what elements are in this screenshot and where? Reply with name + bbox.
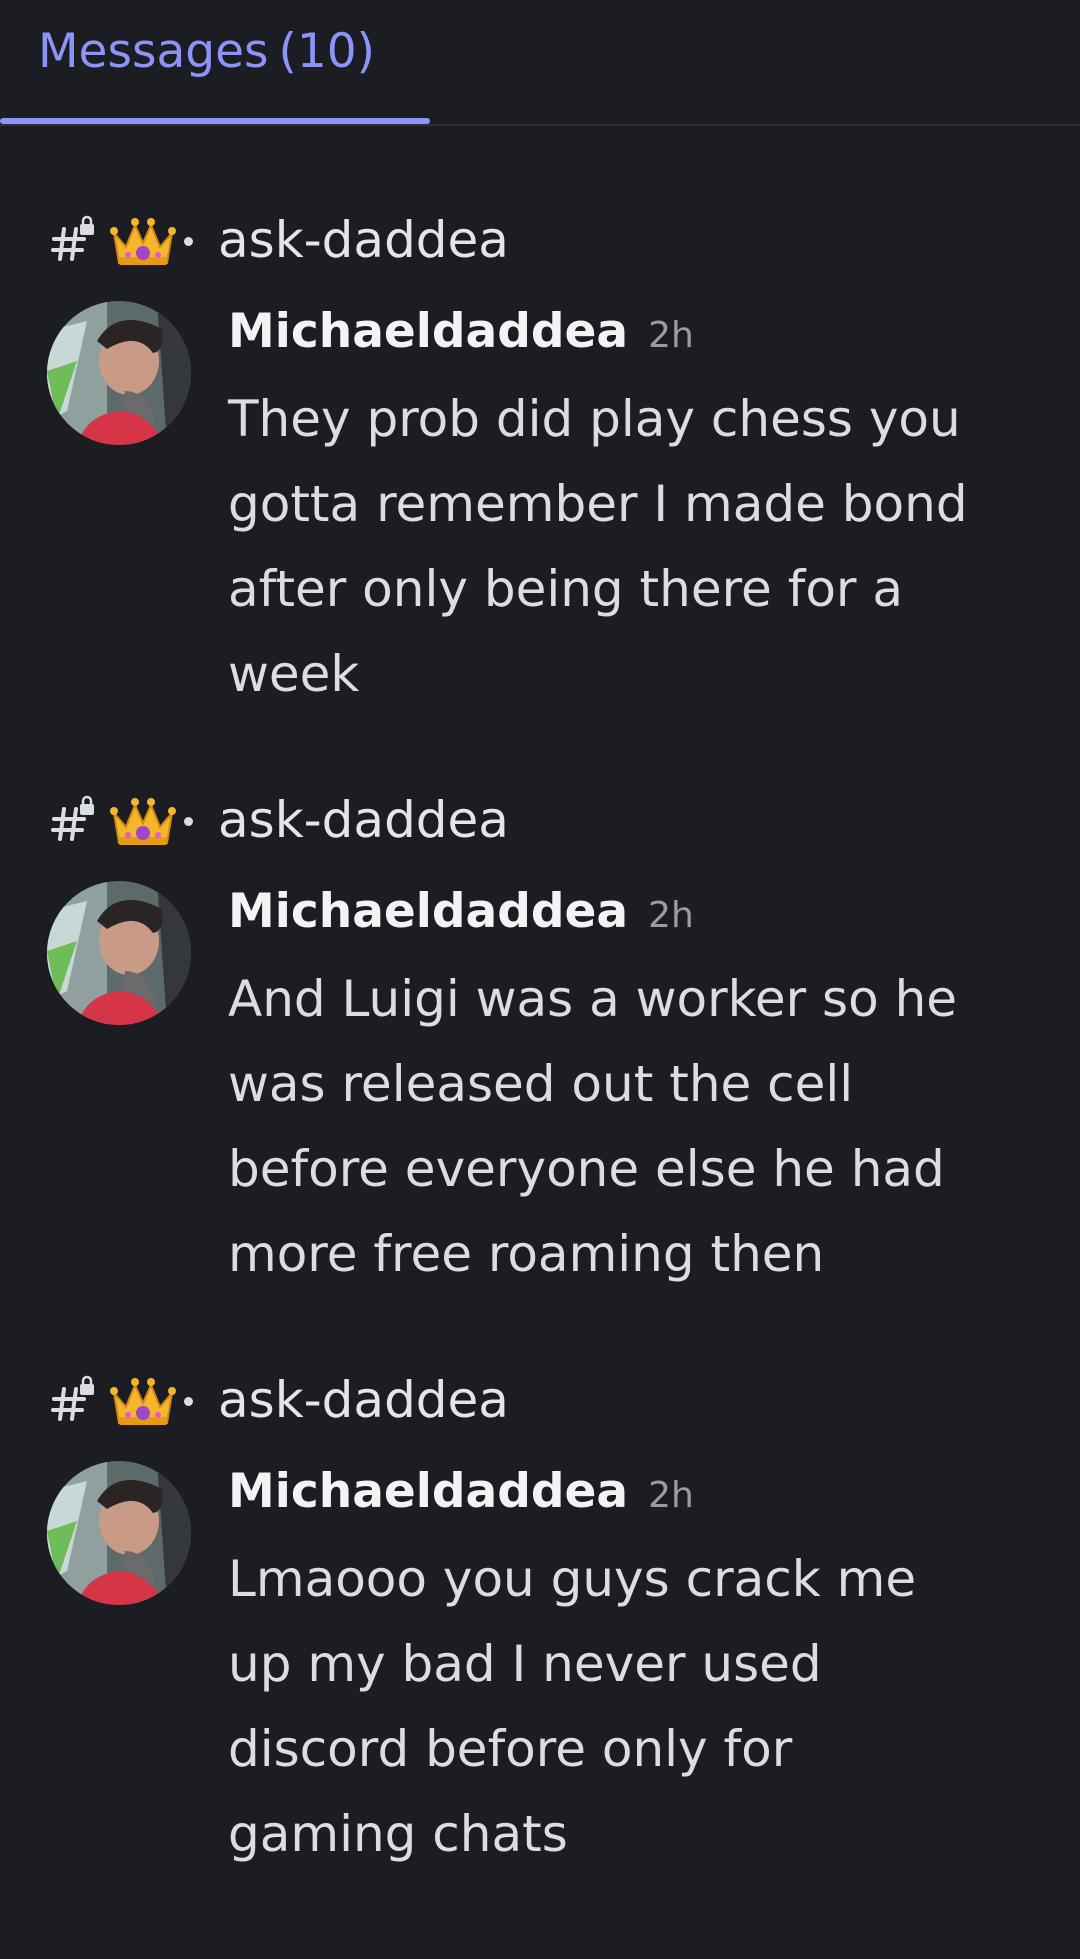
author-name[interactable]: Michaeldaddea: [228, 1464, 628, 1519]
message-header: Michaeldaddea 2h: [228, 1457, 694, 1527]
message-line: discord before only for: [228, 1720, 793, 1778]
separator-dot-icon: [184, 817, 193, 826]
hashtag-lock-icon: [51, 795, 94, 841]
message-line: week: [228, 645, 360, 703]
search-result[interactable]: ask-daddea Michaeldaddea 2h And Luigi was…: [0, 785, 1080, 1365]
timestamp: 2h: [648, 895, 694, 936]
separator-dot-icon: [184, 237, 193, 246]
avatar[interactable]: [47, 881, 191, 1025]
avatar[interactable]: [47, 301, 191, 445]
channel-name: ask-daddea: [218, 211, 509, 269]
avatar[interactable]: [47, 1461, 191, 1605]
channel-link[interactable]: ask-daddea: [50, 785, 950, 855]
timestamp: 2h: [648, 1475, 694, 1516]
channel-name: ask-daddea: [218, 791, 509, 849]
tab-messages-label: Messages (10): [38, 20, 375, 84]
hashtag-lock-icon: [51, 215, 94, 261]
channel-link[interactable]: ask-daddea: [50, 1365, 950, 1435]
message-line: more free roaming then: [228, 1225, 825, 1283]
channel-link[interactable]: ask-daddea: [50, 205, 950, 275]
message-content: And Luigi was a worker so he was release…: [228, 957, 1028, 1297]
search-result[interactable]: ask-daddea Michaeldaddea 2h Lmaooo you gu…: [0, 1365, 1080, 1945]
separator-dot-icon: [184, 1397, 193, 1406]
message-header: Michaeldaddea 2h: [228, 297, 694, 367]
tab-title: Messages: [38, 24, 269, 79]
author-name[interactable]: Michaeldaddea: [228, 884, 628, 939]
hashtag-lock-icon: [51, 1375, 94, 1421]
channel-name: ask-daddea: [218, 1371, 509, 1429]
tab-messages[interactable]: Messages (10): [0, 0, 430, 126]
message-line: before everyone else he had: [228, 1140, 945, 1198]
crown-icon: [110, 218, 176, 265]
message-content: Lmaooo you guys crack me up my bad I nev…: [228, 1537, 1028, 1877]
message-line: Lmaooo you guys crack me: [228, 1550, 917, 1608]
crown-icon: [110, 798, 176, 845]
author-name[interactable]: Michaeldaddea: [228, 304, 628, 359]
message-line: up my bad I never used: [228, 1635, 822, 1693]
message-header: Michaeldaddea 2h: [228, 877, 694, 947]
search-result[interactable]: ask-daddea Michaeldaddea 2h They prob did…: [0, 205, 1080, 785]
tab-count: (10): [278, 24, 375, 79]
message-content: They prob did play chess you gotta remem…: [228, 377, 1028, 717]
tab-bar: Messages (10): [0, 0, 1080, 126]
message-line: gaming chats: [228, 1805, 568, 1863]
message-line: And Luigi was a worker so he: [228, 970, 958, 1028]
message-line: They prob did play chess you: [228, 390, 961, 448]
message-line: after only being there for a: [228, 560, 903, 618]
message-line: gotta remember I made bond: [228, 475, 968, 533]
message-line: was released out the cell: [228, 1055, 854, 1113]
timestamp: 2h: [648, 315, 694, 356]
active-tab-indicator: [0, 118, 430, 124]
crown-icon: [110, 1378, 176, 1425]
